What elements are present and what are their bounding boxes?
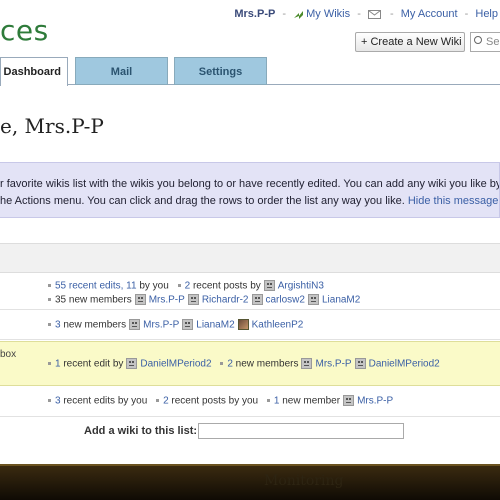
- user-link[interactable]: DanielMPeriod2: [140, 359, 211, 370]
- edit-count-link[interactable]: 1: [55, 359, 61, 370]
- wikis-arrow-icon: [294, 10, 304, 19]
- create-wiki-button[interactable]: + Create a New Wiki: [355, 32, 465, 52]
- help-link[interactable]: Help: [475, 8, 498, 20]
- user-link[interactable]: Mrs.P-P: [357, 396, 393, 407]
- search-icon: [474, 36, 482, 44]
- user-link[interactable]: DanielMPeriod2: [369, 359, 440, 370]
- user-photo-icon: [237, 319, 249, 330]
- wiki-row[interactable]: 55 recent edits, 11 by you 2 recent post…: [0, 274, 500, 310]
- activity-line: 55 recent edits, 11 by you 2 recent post…: [48, 280, 324, 293]
- edit-label: recent edit by: [63, 358, 124, 370]
- wiki-row-highlighted[interactable]: box 1 recent edit by DanielMPeriod2 2 new…: [0, 341, 500, 386]
- bullet: [220, 361, 224, 365]
- user-avatar-icon: [354, 358, 366, 369]
- user-avatar-icon: [343, 395, 355, 406]
- user-avatar-icon: [301, 358, 313, 369]
- members-count-link[interactable]: 3: [55, 320, 61, 331]
- nav-separator: -: [357, 8, 361, 20]
- user-link[interactable]: Mrs.P-P: [143, 320, 179, 331]
- bullet: [48, 297, 51, 301]
- nav-separator: -: [464, 8, 469, 20]
- posts-count-link[interactable]: 2: [185, 281, 191, 292]
- info-notice: r favorite wikis list with the wikis you…: [0, 162, 500, 218]
- user-avatar-icon: [251, 294, 263, 305]
- envelope-icon[interactable]: [367, 9, 381, 19]
- bullet: [48, 398, 51, 402]
- members-count-link[interactable]: 2: [227, 359, 233, 370]
- bullet: [48, 322, 51, 326]
- bullet: [156, 398, 160, 402]
- top-navigation: Mrs.P-P - My Wikis - - My Account - Help: [234, 8, 498, 20]
- bullet: [48, 283, 51, 287]
- user-avatar-icon: [307, 294, 319, 305]
- edits-label-link[interactable]: recent edits,: [69, 281, 123, 292]
- members-label: 35 new members: [55, 294, 132, 306]
- tab-dashboard[interactable]: Dashboard: [0, 57, 68, 86]
- edits-count-link[interactable]: 55: [55, 281, 66, 292]
- by-you-count-link[interactable]: 11: [126, 281, 136, 292]
- add-wiki-input[interactable]: [198, 423, 404, 439]
- user-link[interactable]: Mrs.P-P: [149, 295, 185, 306]
- posts-label: recent posts by you: [171, 395, 259, 407]
- user-avatar-icon: [134, 294, 146, 305]
- tab-mail[interactable]: Mail: [75, 57, 168, 85]
- wiki-row[interactable]: 3 new members Mrs.P-P LianaM2 KathleenP2: [0, 310, 500, 340]
- add-wiki-row: Add a wiki to this list:: [0, 420, 500, 442]
- members-line: 35 new members Mrs.P-P Richardr-2 carlosw2 L…: [48, 294, 360, 307]
- edits-label: recent edits by you: [63, 395, 148, 407]
- edits-count-link[interactable]: 3: [55, 396, 61, 407]
- user-link[interactable]: LianaM2: [196, 320, 234, 331]
- user-link[interactable]: Mrs.P-P: [315, 359, 351, 370]
- search-placeholder: Se: [486, 36, 500, 48]
- members-line: 3 new members Mrs.P-P LianaM2 KathleenP2: [48, 319, 303, 332]
- user-avatar-icon: [263, 280, 275, 291]
- posts-count-link[interactable]: 2: [163, 396, 169, 407]
- user-avatar-icon: [129, 319, 141, 330]
- footer-bar: Monitoring: [0, 464, 500, 500]
- user-link[interactable]: Richardr-2: [202, 295, 249, 306]
- my-account-link[interactable]: My Account: [401, 8, 458, 20]
- members-label: new member: [282, 395, 341, 407]
- nav-separator: -: [282, 8, 287, 20]
- user-avatar-icon: [182, 319, 194, 330]
- wiki-name-fragment[interactable]: box: [0, 349, 16, 360]
- page-title: e, Mrs.P-P: [0, 114, 104, 138]
- bullet: [266, 398, 270, 402]
- user-avatar-icon: [187, 294, 199, 305]
- notice-text: he Actions menu. You can click and drag …: [0, 195, 405, 207]
- nav-separator: -: [389, 8, 394, 20]
- tab-settings[interactable]: Settings: [174, 57, 267, 85]
- notice-line-1: r favorite wikis list with the wikis you…: [0, 178, 500, 190]
- bullet: [177, 283, 181, 287]
- activity-line: 1 recent edit by DanielMPeriod2 2 new mem…: [48, 358, 440, 371]
- user-link[interactable]: carlosw2: [266, 295, 305, 306]
- members-label: new members: [63, 319, 127, 331]
- user-link[interactable]: LianaM2: [322, 295, 360, 306]
- wiki-list-header: [0, 243, 500, 273]
- members-count-link[interactable]: 1: [274, 396, 280, 407]
- notice-line-2: he Actions menu. You can click and drag …: [0, 193, 499, 210]
- search-input[interactable]: Se: [470, 32, 500, 52]
- posts-label: recent posts by: [192, 280, 261, 292]
- footer-text: Monitoring: [264, 473, 344, 489]
- user-link[interactable]: KathleenP2: [252, 320, 304, 331]
- site-logo[interactable]: ces: [0, 14, 49, 47]
- user-avatar-icon: [126, 358, 138, 369]
- add-wiki-label: Add a wiki to this list:: [84, 425, 198, 437]
- user-link[interactable]: ArgishtiN3: [278, 281, 324, 292]
- by-you-label: by you: [139, 280, 169, 292]
- my-wikis-link[interactable]: My Wikis: [306, 8, 350, 20]
- members-label: new members: [235, 358, 299, 370]
- activity-line: 3 recent edits by you 2 recent posts by …: [48, 395, 393, 408]
- bullet: [48, 361, 51, 365]
- hide-message-link[interactable]: Hide this message: [408, 195, 499, 207]
- wiki-row[interactable]: 3 recent edits by you 2 recent posts by …: [0, 387, 500, 417]
- current-user-link[interactable]: Mrs.P-P: [234, 8, 275, 20]
